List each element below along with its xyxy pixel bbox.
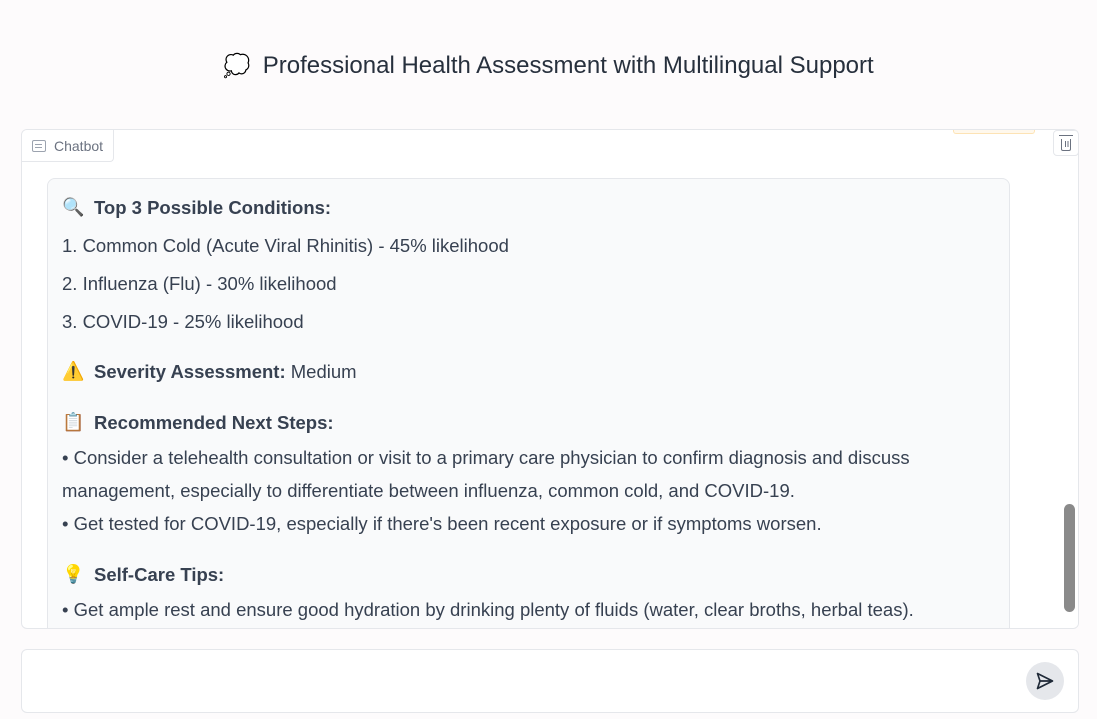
chatbot-label-text: Chatbot (54, 137, 104, 154)
condition-item: 2. Influenza (Flu) - 30% likelihood (62, 273, 337, 294)
status-tab (953, 130, 1035, 134)
speech-bubble-icon: 💭 (223, 53, 251, 78)
page-title-text: Professional Health Assessment with Mult… (262, 52, 874, 79)
send-button[interactable] (1026, 662, 1064, 700)
self-care-heading: 💡 Self-Care Tips: (62, 558, 995, 591)
next-step-item: • Consider a telehealth consultation or … (62, 447, 910, 501)
clipboard-icon: 📋 (62, 412, 85, 432)
severity-heading-text: Severity Assessment: (94, 361, 286, 382)
trash-icon (1059, 134, 1073, 151)
magnifier-icon: 🔍 (62, 197, 85, 217)
scrollbar[interactable] (1058, 164, 1078, 628)
send-icon (1036, 672, 1054, 690)
bot-message: 🔍 Top 3 Possible Conditions: 1. Common C… (47, 178, 1010, 628)
next-steps-heading-text: Recommended Next Steps: (94, 412, 334, 433)
severity-value: Medium (290, 361, 357, 382)
severity-row: ⚠️ Severity Assessment: Medium (62, 355, 995, 388)
chatbot-panel: Chatbot 🔍 Top 3 Possible Conditions: 1. … (21, 129, 1079, 629)
scroll-thumb[interactable] (1064, 504, 1075, 612)
condition-item: 1. Common Cold (Acute Viral Rhinitis) - … (62, 235, 509, 256)
chatbot-label: Chatbot (22, 130, 115, 162)
condition-item: 3. COVID-19 - 25% likelihood (62, 311, 304, 332)
clear-chat-button[interactable] (1053, 130, 1078, 156)
next-steps-heading: 📋 Recommended Next Steps: (62, 406, 995, 439)
lightbulb-icon: 💡 (62, 564, 85, 584)
conditions-heading: 🔍 Top 3 Possible Conditions: (62, 191, 995, 224)
message-input-bar (21, 649, 1079, 713)
self-care-item: • Get ample rest and ensure good hydrati… (62, 599, 914, 620)
chat-icon (32, 139, 46, 152)
warning-icon: ⚠️ (62, 361, 85, 381)
message-input[interactable] (34, 658, 1014, 704)
page-title: 💭 Professional Health Assessment with Mu… (0, 52, 1097, 80)
conditions-heading-text: Top 3 Possible Conditions: (94, 197, 332, 218)
next-step-item: • Get tested for COVID-19, especially if… (62, 513, 822, 534)
self-care-heading-text: Self-Care Tips: (94, 564, 225, 585)
